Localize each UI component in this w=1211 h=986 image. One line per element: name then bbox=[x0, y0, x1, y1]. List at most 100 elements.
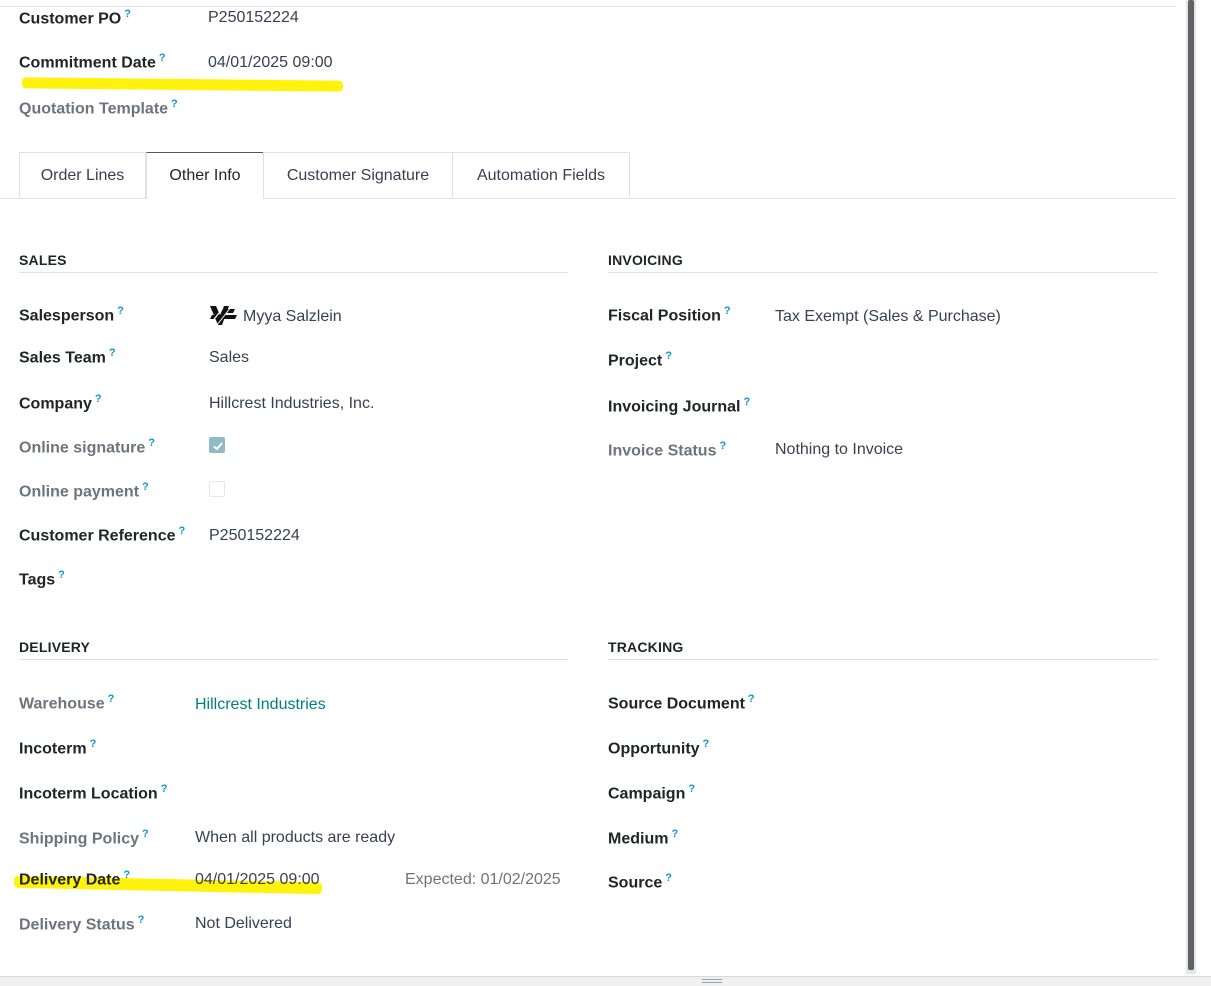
help-tooltip-icon[interactable]: ? bbox=[665, 872, 672, 884]
shipping-policy-label: Shipping Policy? bbox=[19, 828, 149, 848]
help-tooltip-icon[interactable]: ? bbox=[719, 440, 726, 452]
help-tooltip-icon[interactable]: ? bbox=[138, 914, 145, 926]
highlight-commitment-date bbox=[21, 77, 344, 92]
incoterm-location-label: Incoterm Location? bbox=[19, 783, 167, 803]
help-tooltip-icon[interactable]: ? bbox=[665, 350, 672, 362]
sales-heading: SALES bbox=[19, 252, 67, 268]
tab-automation-fields[interactable]: Automation Fields bbox=[452, 152, 630, 198]
help-tooltip-icon[interactable]: ? bbox=[58, 569, 65, 581]
quotation-template-label: Quotation Template? bbox=[19, 98, 178, 118]
salesperson-value[interactable]: Myya Salzlein bbox=[243, 308, 342, 326]
invoice-status-value: Nothing to Invoice bbox=[775, 441, 904, 458]
source-label: Source? bbox=[608, 872, 672, 892]
top-border bbox=[0, 6, 1176, 7]
help-tooltip-icon[interactable]: ? bbox=[161, 783, 168, 795]
tracking-rule bbox=[608, 659, 1158, 660]
medium-label-text: Medium bbox=[608, 830, 669, 848]
help-tooltip-icon[interactable]: ? bbox=[688, 783, 695, 795]
company-value[interactable]: Hillcrest Industries, Inc. bbox=[209, 395, 374, 413]
company-label-text: Company bbox=[19, 395, 92, 413]
invoicing-rule bbox=[608, 272, 1158, 273]
help-tooltip-icon[interactable]: ? bbox=[109, 347, 116, 359]
tags-label-text: Tags bbox=[19, 571, 56, 589]
vertical-scrollbar-thumb[interactable] bbox=[1188, 0, 1194, 970]
delivery-rule bbox=[19, 659, 568, 660]
help-tooltip-icon[interactable]: ? bbox=[148, 437, 155, 449]
invoicing-journal-label-text: Invoicing Journal bbox=[608, 398, 741, 416]
resize-grip-icon[interactable] bbox=[702, 979, 722, 983]
warehouse-link[interactable]: Hillcrest Industries bbox=[195, 696, 326, 714]
commitment-date-label: Commitment Date? bbox=[19, 52, 166, 72]
help-tooltip-icon[interactable]: ? bbox=[171, 98, 178, 110]
incoterm-label-text: Incoterm bbox=[19, 740, 87, 758]
quotation-template-label-text: Quotation Template bbox=[19, 100, 169, 118]
customer-po-value[interactable]: P250152224 bbox=[208, 9, 299, 27]
company-label: Company? bbox=[19, 393, 102, 413]
tags-label: Tags? bbox=[19, 569, 65, 589]
sales-team-value[interactable]: Sales bbox=[209, 349, 249, 367]
online-payment-label: Online payment? bbox=[19, 481, 149, 501]
sales-team-label: Sales Team? bbox=[19, 347, 116, 367]
invoice-status-label: Invoice Status? bbox=[608, 440, 726, 460]
warehouse-label-text: Warehouse bbox=[19, 695, 105, 713]
invoicing-journal-label: Invoicing Journal? bbox=[608, 396, 750, 416]
delivery-heading: DELIVERY bbox=[19, 639, 91, 655]
customer-reference-label: Customer Reference? bbox=[19, 525, 185, 545]
checkmark-icon bbox=[213, 442, 223, 451]
help-tooltip-icon[interactable]: ? bbox=[117, 305, 124, 317]
help-tooltip-icon[interactable]: ? bbox=[159, 52, 166, 64]
help-tooltip-icon[interactable]: ? bbox=[108, 693, 115, 705]
help-tooltip-icon[interactable]: ? bbox=[724, 305, 731, 317]
delivery-status-value: Not Delivered bbox=[195, 915, 292, 932]
incoterm-location-label-text: Incoterm Location bbox=[19, 785, 158, 803]
tracking-heading: TRACKING bbox=[608, 639, 684, 655]
tab-customer-signature[interactable]: Customer Signature bbox=[263, 152, 453, 198]
online-payment-label-text: Online payment bbox=[19, 483, 140, 501]
fiscal-position-value[interactable]: Tax Exempt (Sales & Purchase) bbox=[775, 308, 1001, 326]
source-document-label: Source Document? bbox=[608, 693, 755, 713]
help-tooltip-icon[interactable]: ? bbox=[748, 693, 755, 705]
medium-label: Medium? bbox=[608, 828, 678, 848]
help-tooltip-icon[interactable]: ? bbox=[703, 738, 710, 750]
invoice-status-label-text: Invoice Status bbox=[608, 442, 717, 460]
campaign-label-text: Campaign bbox=[608, 785, 686, 803]
help-tooltip-icon[interactable]: ? bbox=[90, 738, 97, 750]
online-signature-label-text: Online signature bbox=[19, 439, 146, 457]
sales-rule bbox=[19, 272, 568, 273]
help-tooltip-icon[interactable]: ? bbox=[142, 828, 149, 840]
customer-po-label-text: Customer PO bbox=[19, 10, 122, 28]
fiscal-position-label-text: Fiscal Position bbox=[608, 307, 721, 325]
opportunity-label: Opportunity? bbox=[608, 738, 709, 758]
source-document-label-text: Source Document bbox=[608, 695, 745, 713]
delivery-date-value[interactable]: 04/01/2025 09:00 bbox=[195, 871, 320, 889]
delivery-status-label: Delivery Status? bbox=[19, 914, 144, 934]
tab-order-lines[interactable]: Order Lines bbox=[19, 152, 146, 198]
commitment-date-value[interactable]: 04/01/2025 09:00 bbox=[208, 54, 333, 72]
sales-team-label-text: Sales Team bbox=[19, 349, 106, 367]
help-tooltip-icon[interactable]: ? bbox=[743, 396, 750, 408]
company-logo-avatar-icon bbox=[209, 303, 239, 329]
help-tooltip-icon[interactable]: ? bbox=[142, 481, 149, 493]
help-tooltip-icon[interactable]: ? bbox=[123, 869, 130, 881]
customer-po-label: Customer PO? bbox=[19, 8, 131, 28]
shipping-policy-label-text: Shipping Policy bbox=[19, 830, 140, 848]
help-tooltip-icon[interactable]: ? bbox=[124, 8, 131, 20]
customer-reference-label-text: Customer Reference bbox=[19, 527, 176, 545]
shipping-policy-value[interactable]: When all products are ready bbox=[195, 829, 395, 847]
help-tooltip-icon[interactable]: ? bbox=[95, 393, 102, 405]
invoicing-heading: INVOICING bbox=[608, 252, 683, 268]
project-label: Project? bbox=[608, 350, 672, 370]
help-tooltip-icon[interactable]: ? bbox=[179, 525, 186, 537]
online-payment-checkbox[interactable] bbox=[209, 481, 225, 497]
salesperson-label: Salesperson? bbox=[19, 305, 124, 325]
incoterm-label: Incoterm? bbox=[19, 738, 96, 758]
source-label-text: Source bbox=[608, 874, 663, 892]
customer-reference-value[interactable]: P250152224 bbox=[209, 527, 300, 545]
help-tooltip-icon[interactable]: ? bbox=[671, 828, 678, 840]
tab-other-info[interactable]: Other Info bbox=[146, 152, 264, 199]
commitment-date-label-text: Commitment Date bbox=[19, 54, 156, 72]
campaign-label: Campaign? bbox=[608, 783, 695, 803]
opportunity-label-text: Opportunity bbox=[608, 740, 700, 758]
online-signature-checkbox[interactable] bbox=[209, 437, 225, 453]
expected-date-text: Expected: 01/02/2025 bbox=[405, 871, 561, 888]
